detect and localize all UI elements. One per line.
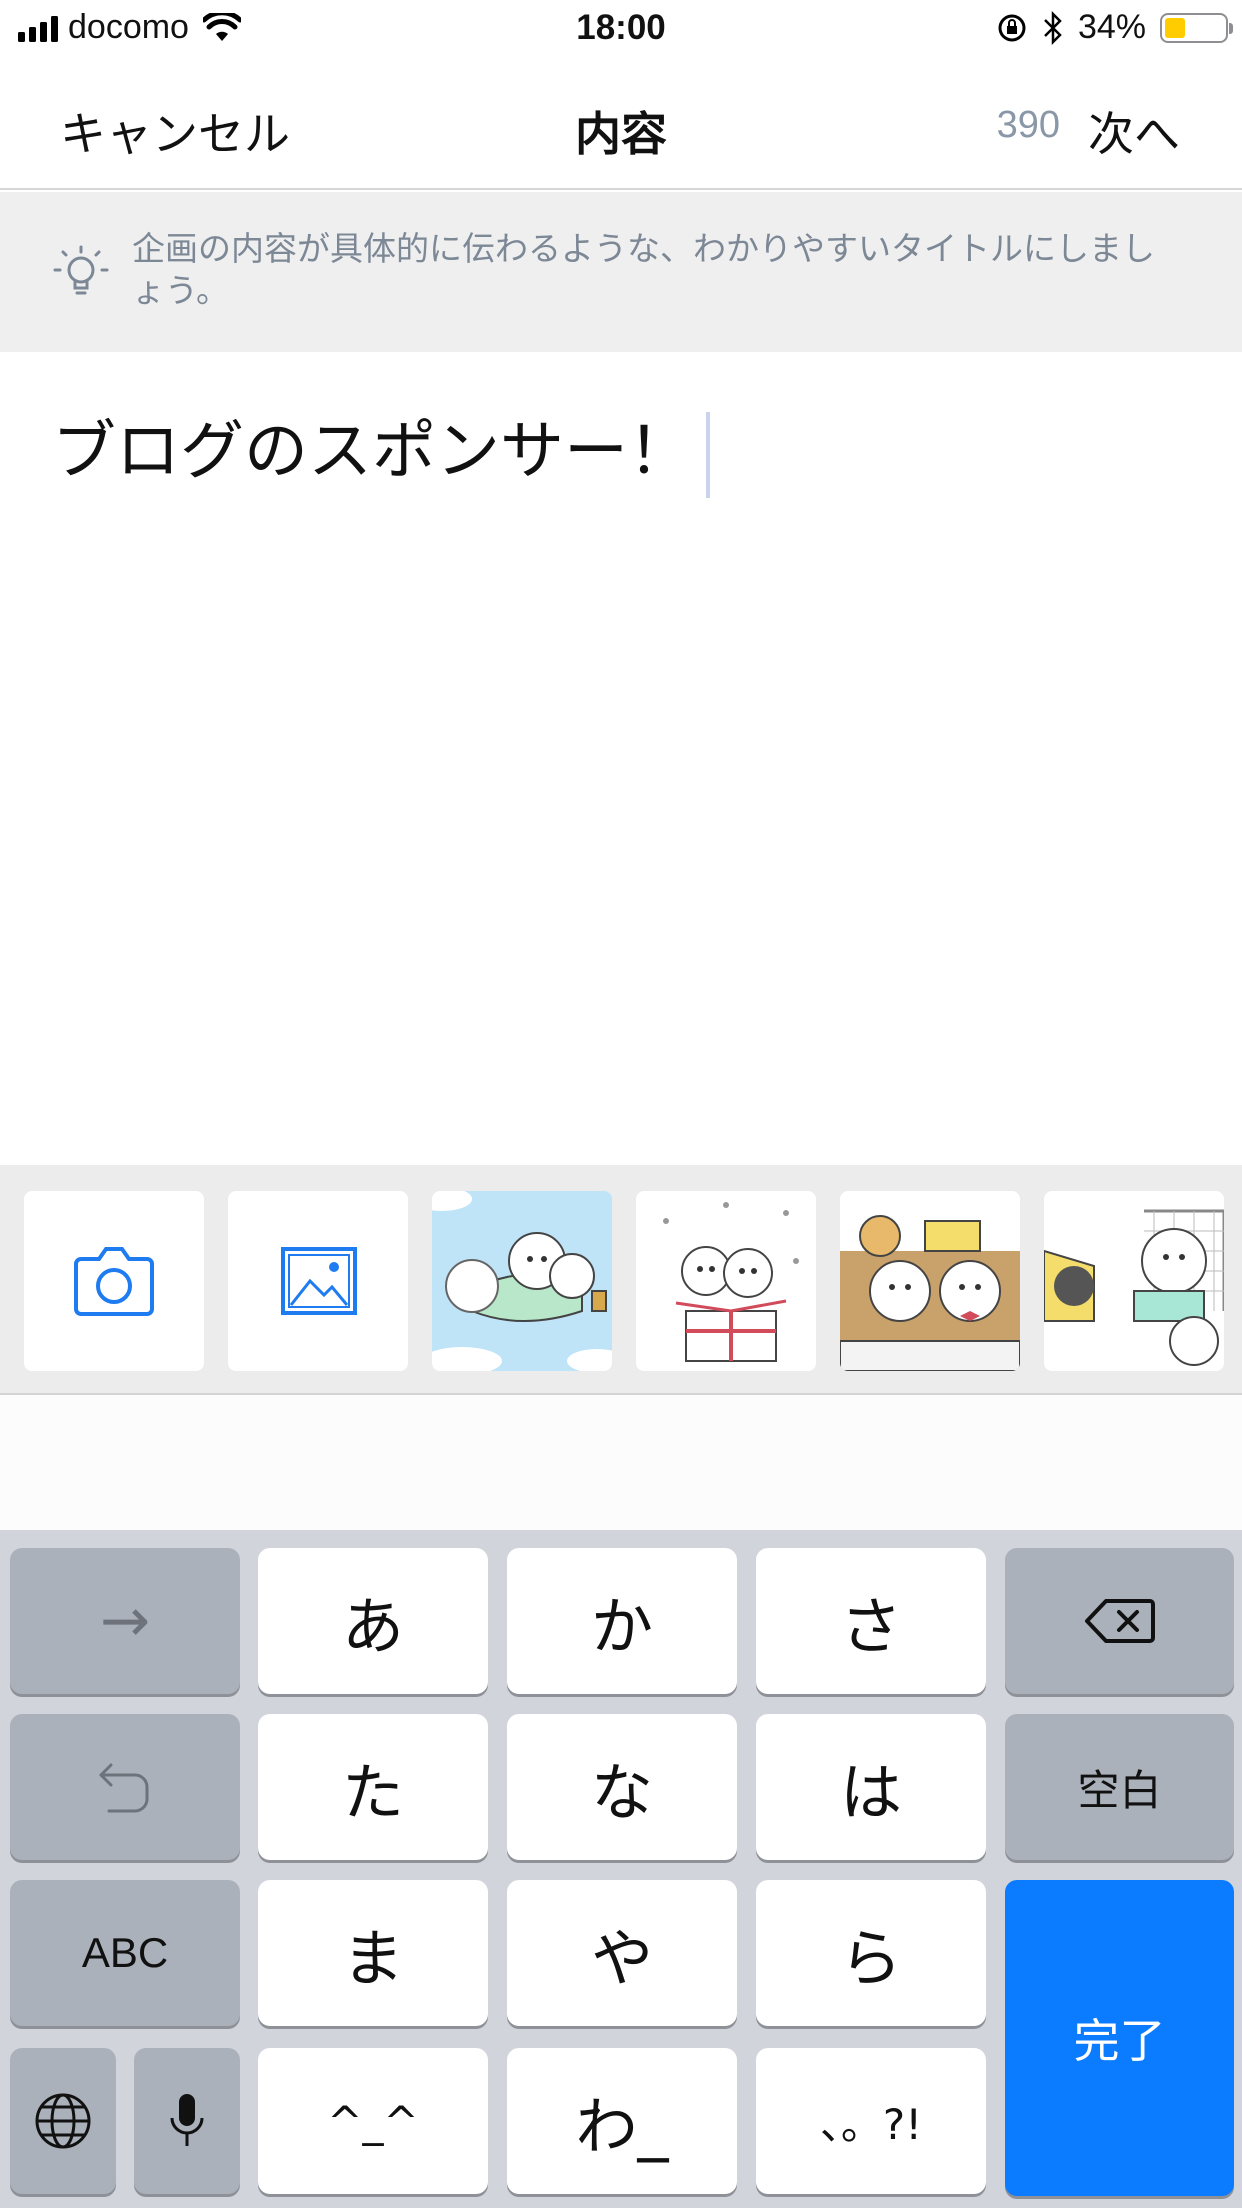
mic-icon (170, 2094, 204, 2146)
battery-level (1165, 17, 1185, 38)
battery-icon (1160, 12, 1233, 43)
key-ha[interactable]: は (756, 1714, 986, 1860)
sticker-illustration (1044, 1209, 1224, 1366)
attachment-tray (0, 1165, 1242, 1395)
delete-key[interactable] (1005, 1548, 1234, 1694)
camera-icon (74, 1247, 154, 1316)
key-wa[interactable]: わ_ (507, 2048, 737, 2194)
sticker-soccer-bear[interactable] (1044, 1191, 1224, 1371)
navigation-bar: キャンセル 内容 390 次へ (0, 62, 1242, 190)
globe-key[interactable] (10, 2048, 116, 2194)
space-key[interactable]: 空白 (1005, 1714, 1234, 1860)
key-ma[interactable]: ま (258, 1880, 488, 2026)
photo-library-button[interactable] (228, 1191, 408, 1371)
sticker-airplane-bear[interactable] (432, 1191, 612, 1371)
sticker-illustration (840, 1215, 1020, 1371)
key-ya[interactable]: や (507, 1880, 737, 2026)
character-count: 390 (996, 104, 1060, 146)
toolbar-spacer (0, 1395, 1242, 1530)
undo-icon (99, 1763, 149, 1813)
sticker-illustration (663, 1202, 799, 1362)
arrow-right-key[interactable]: → (10, 1548, 240, 1694)
lightbulb-icon (53, 245, 109, 295)
key-a[interactable]: あ (258, 1548, 488, 1694)
next-button[interactable]: 次へ (1088, 98, 1180, 164)
rotation-lock-icon (998, 14, 1026, 41)
key-ka[interactable]: か (507, 1548, 737, 1694)
title-input[interactable]: ブログのスポンサー！ (52, 400, 710, 499)
globe-icon (35, 2093, 91, 2149)
sticker-present-bear[interactable] (636, 1191, 816, 1371)
bluetooth-icon (1044, 10, 1062, 45)
key-na[interactable]: な (507, 1714, 737, 1860)
done-key[interactable]: 完了 (1005, 1880, 1234, 2196)
key-sa[interactable]: さ (756, 1548, 986, 1694)
abc-key[interactable]: ABC (10, 1880, 240, 2026)
undo-key[interactable] (10, 1714, 240, 1860)
key-ta[interactable]: た (258, 1714, 488, 1860)
japanese-keyboard: → あ か さ た な は 空白 ABC ま や ら 完了 ^_^ わ_ 、。?… (0, 1530, 1242, 2208)
text-caret (706, 412, 710, 499)
photo-library-icon (281, 1247, 357, 1315)
status-right: 34% (996, 8, 1233, 47)
battery-percent: 34% (1077, 8, 1146, 46)
camera-button[interactable] (24, 1191, 204, 1371)
hint-banner: 企画の内容が具体的に伝わるような、わかりやすいタイトルにしましょう。 (0, 192, 1242, 352)
microphone-key[interactable] (134, 2048, 240, 2194)
key-emoticon[interactable]: ^_^ (258, 2048, 488, 2194)
delete-icon (1084, 1599, 1155, 1643)
key-punctuation[interactable]: 、。?! (756, 2048, 986, 2194)
title-input-text: ブログのスポンサー！ (52, 415, 692, 489)
hint-text: 企画の内容が具体的に伝わるような、わかりやすいタイトルにしましょう。 (132, 229, 1155, 310)
status-bar: docomo 18:00 34% (0, 0, 1242, 62)
sticker-illustration (432, 1191, 612, 1371)
sticker-party-bears[interactable] (840, 1191, 1020, 1371)
key-ra[interactable]: ら (756, 1880, 986, 2026)
